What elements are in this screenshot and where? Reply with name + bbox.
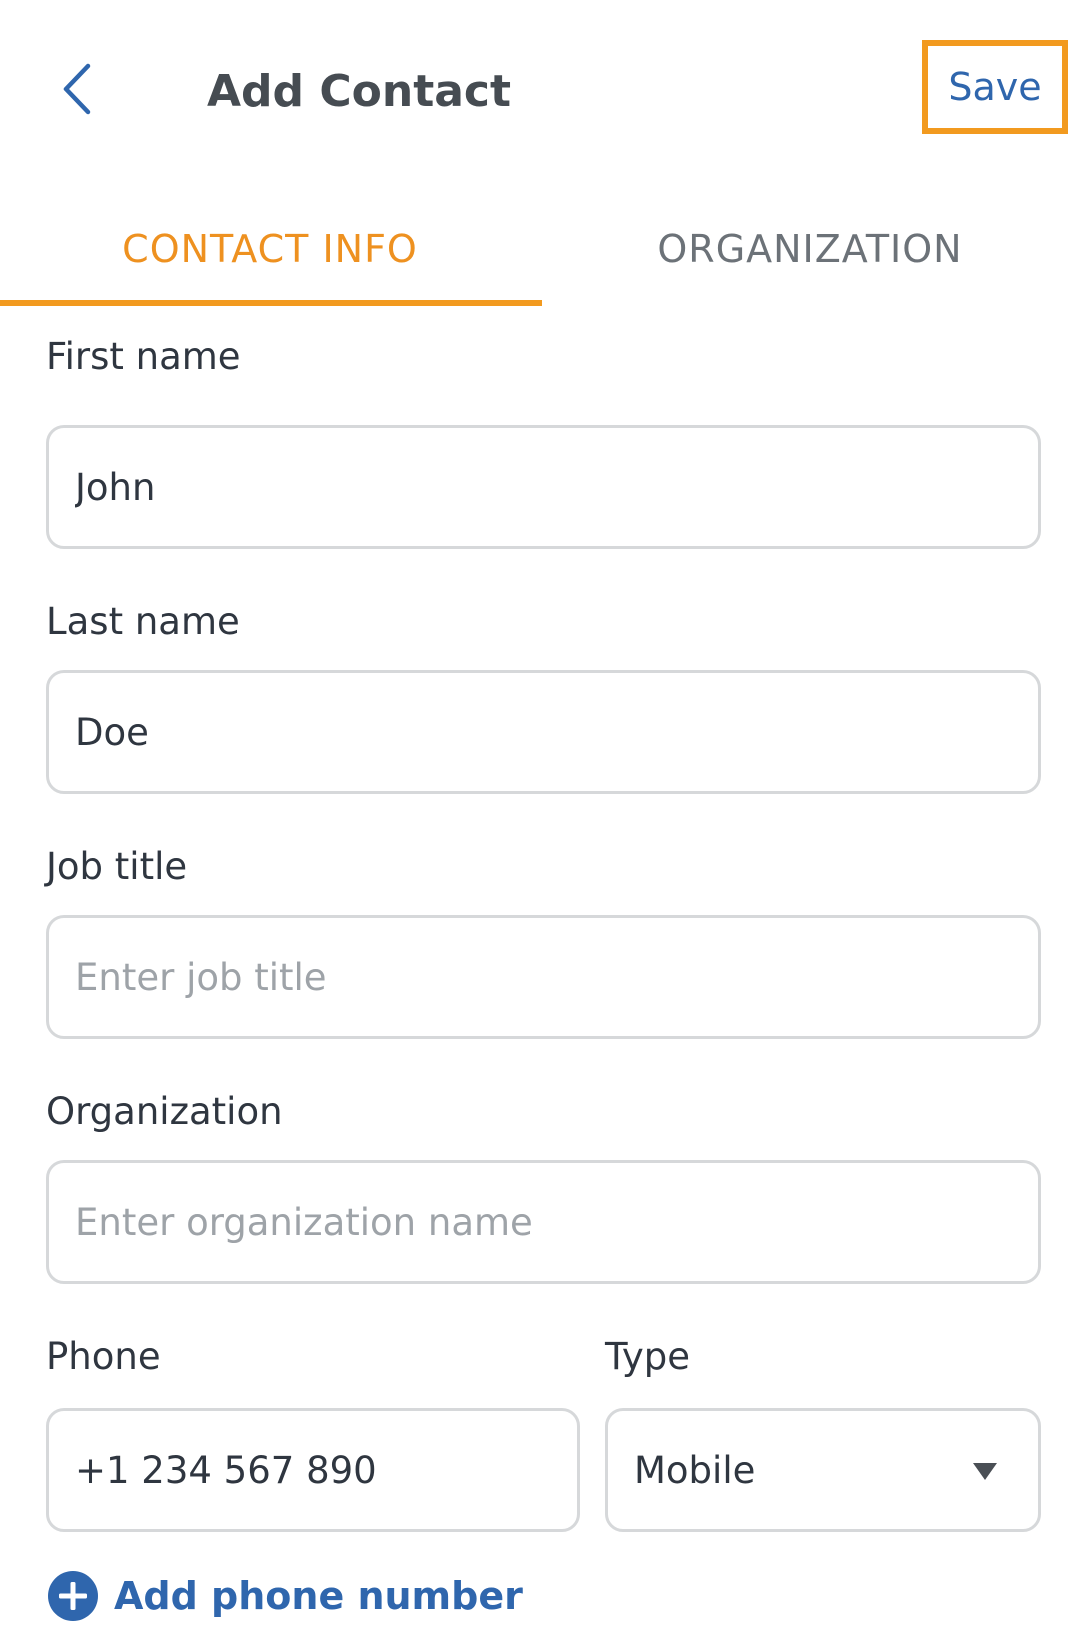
header: Add Contact Save (0, 0, 1079, 170)
caret-down-icon (973, 1463, 997, 1480)
tab-bar: CONTACT INFO ORGANIZATION (0, 190, 1079, 308)
add-phone-number-label: Add phone number (114, 1574, 523, 1618)
phone-type-select[interactable]: Mobile (605, 1408, 1041, 1532)
active-tab-indicator (0, 300, 542, 306)
back-button[interactable] (52, 58, 108, 120)
job-title-input[interactable] (46, 915, 1041, 1039)
save-button[interactable]: Save (922, 40, 1068, 134)
phone-label: Phone (46, 1335, 161, 1378)
last-name-input[interactable] (46, 670, 1041, 794)
first-name-input[interactable] (46, 425, 1041, 549)
phone-input[interactable] (46, 1408, 580, 1532)
organization-label: Organization (46, 1090, 283, 1133)
add-phone-number-button[interactable]: Add phone number (48, 1568, 523, 1624)
tab-organization[interactable]: ORGANIZATION (540, 190, 1079, 308)
page-title: Add Contact (207, 66, 512, 117)
organization-input[interactable] (46, 1160, 1041, 1284)
add-contact-screen: Add Contact Save CONTACT INFO ORGANIZATI… (0, 0, 1079, 1640)
tab-contact-info[interactable]: CONTACT INFO (0, 190, 540, 308)
plus-circle-icon (48, 1571, 98, 1621)
type-label: Type (605, 1335, 690, 1378)
job-title-label: Job title (46, 845, 188, 888)
phone-type-value: Mobile (634, 1448, 756, 1492)
chevron-left-icon (63, 63, 91, 115)
last-name-label: Last name (46, 600, 240, 643)
first-name-label: First name (46, 335, 241, 378)
